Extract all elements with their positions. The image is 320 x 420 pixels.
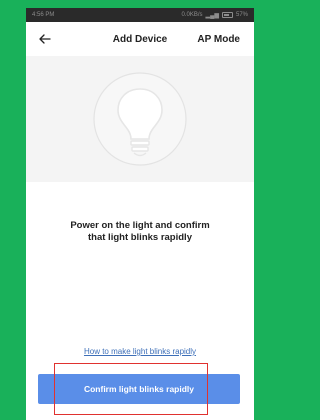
battery-level: 57% — [235, 12, 248, 18]
instruction-text: Power on the light and confirm that ligh… — [55, 220, 225, 244]
top-nav-bar: Add Device AP Mode — [26, 22, 254, 56]
ap-mode-button[interactable]: AP Mode — [197, 34, 240, 45]
instruction-line-2: that light blinks rapidly — [88, 232, 192, 243]
phone-screen: 4:56 PM 0.0KB/s ▂▄▆ 57% Add Device AP Mo… — [26, 8, 254, 420]
back-button[interactable] — [36, 30, 54, 48]
signal-icon: ▂▄▆ — [205, 12, 219, 19]
light-bulb-icon — [93, 72, 187, 166]
status-time: 4:56 PM — [32, 12, 55, 18]
confirm-blink-button[interactable]: Confirm light blinks rapidly — [38, 374, 240, 404]
status-icons: 0.0KB/s ▂▄▆ 57% — [181, 12, 248, 19]
network-speed: 0.0KB/s — [181, 12, 203, 18]
blink-help-link[interactable]: How to make light blinks rapidly — [26, 347, 254, 356]
instruction-line-1: Power on the light and confirm — [70, 220, 210, 231]
arrow-left-icon — [39, 34, 51, 44]
battery-icon — [221, 12, 233, 18]
status-bar: 4:56 PM 0.0KB/s ▂▄▆ 57% — [26, 8, 254, 22]
device-illustration — [26, 56, 254, 182]
